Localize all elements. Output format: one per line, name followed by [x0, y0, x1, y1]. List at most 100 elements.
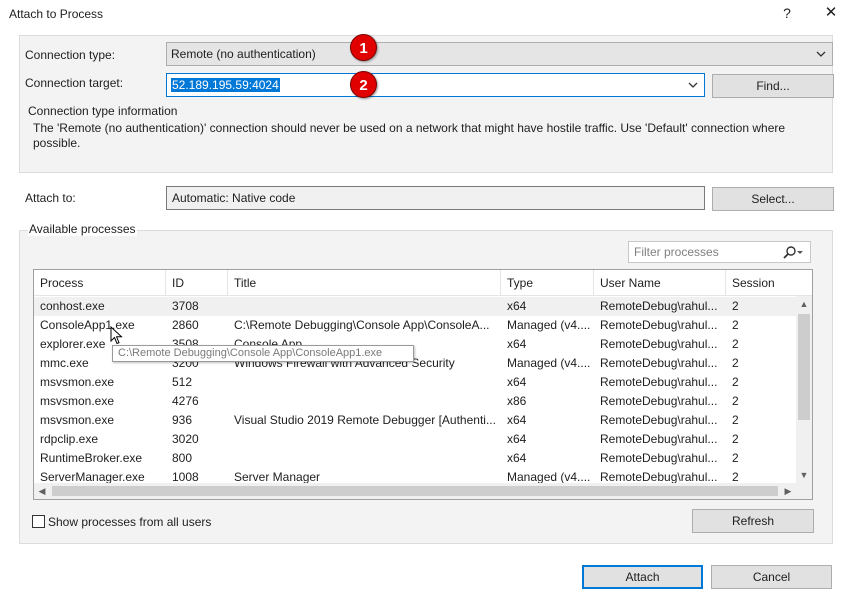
- cell-id: 3020: [172, 432, 199, 446]
- cell-session: 2: [732, 356, 739, 370]
- cell-id: 2860: [172, 318, 199, 332]
- cell-session: 2: [732, 299, 739, 313]
- step-badge-1: 1: [350, 34, 377, 61]
- column-header-process[interactable]: Process: [34, 270, 166, 296]
- table-row[interactable]: conhost.exe 3708 x64 RemoteDebug\rahul... 2: [34, 297, 796, 316]
- cell-title: Visual Studio 2019 Remote Debugger [Auth…: [234, 413, 496, 427]
- cell-user-name: RemoteDebug\rahul...: [600, 451, 718, 465]
- table-row[interactable]: msvsmon.exe 936 Visual Studio 2019 Remote …: [34, 411, 796, 430]
- cell-id: 3708: [172, 299, 199, 313]
- step-badge-2: 2: [350, 71, 377, 98]
- mouse-pointer-icon: [110, 326, 123, 345]
- cell-session: 2: [732, 394, 739, 408]
- cell-type: x64: [507, 451, 527, 465]
- cell-title: C:\Remote Debugging\Console App\ConsoleA…: [234, 318, 490, 332]
- connection-type-dropdown[interactable]: Remote (no authentication): [166, 42, 833, 66]
- dialog-title: Attach to Process: [9, 7, 104, 21]
- table-row[interactable]: ConsoleApp1.exe 2860 C:\Remote Debugging\C…: [34, 316, 796, 335]
- table-row[interactable]: rdpclip.exe 3020 x64 RemoteDebug\rahul... 2: [34, 430, 796, 449]
- cell-title: [228, 449, 501, 468]
- refresh-button[interactable]: Refresh: [692, 509, 814, 533]
- connection-type-value: Remote (no authentication): [171, 47, 316, 61]
- cell-session: 2: [732, 451, 739, 465]
- scroll-up-icon[interactable]: ▲: [796, 296, 812, 312]
- attach-button[interactable]: Attach: [582, 565, 703, 589]
- cell-process: conhost.exe: [40, 299, 105, 313]
- help-button[interactable]: ?: [778, 2, 796, 24]
- attach-to-value: Automatic: Native code: [172, 191, 296, 205]
- cell-session: 2: [732, 318, 739, 332]
- show-all-users-label[interactable]: Show processes from all users: [48, 515, 211, 529]
- chevron-down-icon: [816, 51, 826, 57]
- connection-target-input[interactable]: 52.189.195.59:4024: [166, 73, 705, 97]
- column-header-id[interactable]: ID: [166, 270, 228, 296]
- info-heading: Connection type information: [28, 104, 178, 118]
- column-header-session[interactable]: Session: [726, 270, 796, 296]
- attach-to-label: Attach to:: [25, 191, 76, 205]
- attach-to-field: Automatic: Native code: [166, 186, 705, 210]
- scroll-left-icon[interactable]: ◀: [34, 483, 50, 499]
- cell-process: msvsmon.exe: [40, 394, 115, 408]
- cell-id: 936: [172, 413, 193, 427]
- search-icon[interactable]: [782, 245, 804, 260]
- column-header-user-name[interactable]: User Name: [594, 270, 726, 296]
- cell-title: [228, 297, 501, 316]
- vertical-scrollbar[interactable]: ▲ ▼: [796, 296, 812, 483]
- show-all-users-checkbox[interactable]: [32, 515, 45, 528]
- connection-target-value: 52.189.195.59:4024: [171, 78, 280, 92]
- cell-process: ConsoleApp1.exe: [40, 318, 135, 332]
- cell-session: 2: [732, 432, 739, 446]
- cell-type: x64: [507, 413, 527, 427]
- cell-user-name: RemoteDebug\rahul...: [600, 337, 718, 351]
- close-button[interactable]: ✕: [820, 2, 842, 24]
- cell-user-name: RemoteDebug\rahul...: [600, 318, 718, 332]
- cell-type: Managed (v4....: [507, 318, 591, 332]
- cell-session: 2: [732, 375, 739, 389]
- cell-type: x64: [507, 337, 527, 351]
- cell-type: Managed (v4....: [507, 356, 591, 370]
- cell-title: [228, 392, 501, 411]
- scroll-down-icon[interactable]: ▼: [796, 467, 812, 483]
- title-bar: Attach to Process ? ✕: [0, 0, 854, 28]
- table-row[interactable]: msvsmon.exe 4276 x86 RemoteDebug\rahul... 2: [34, 392, 796, 411]
- table-row[interactable]: msvsmon.exe 512 x64 RemoteDebug\rahul... 2: [34, 373, 796, 392]
- cell-session: 2: [732, 337, 739, 351]
- info-text: The 'Remote (no authentication)' connect…: [33, 121, 786, 150]
- available-processes-label: Available processes: [28, 222, 137, 236]
- column-header-type[interactable]: Type: [501, 270, 594, 296]
- filter-placeholder: Filter processes: [634, 245, 719, 259]
- cell-type: x64: [507, 299, 527, 313]
- select-button[interactable]: Select...: [712, 187, 834, 211]
- vertical-scroll-thumb[interactable]: [798, 314, 810, 420]
- cell-user-name: RemoteDebug\rahul...: [600, 299, 718, 313]
- cell-id: 4276: [172, 394, 199, 408]
- cell-type: x86: [507, 394, 527, 408]
- connection-type-label: Connection type:: [25, 48, 116, 62]
- cell-process: msvsmon.exe: [40, 375, 115, 389]
- scroll-right-icon[interactable]: ▶: [780, 483, 796, 499]
- horizontal-scrollbar[interactable]: ◀ ▶: [34, 483, 796, 499]
- cell-user-name: RemoteDebug\rahul...: [600, 394, 718, 408]
- filter-processes-input[interactable]: Filter processes: [628, 241, 811, 263]
- cell-type: x64: [507, 432, 527, 446]
- chevron-down-icon: [688, 82, 698, 88]
- cancel-button[interactable]: Cancel: [711, 565, 832, 589]
- process-grid[interactable]: Process ID Title Type User Name Session …: [33, 269, 813, 500]
- cell-id: 512: [172, 375, 193, 389]
- cell-title: [228, 373, 501, 392]
- horizontal-scroll-thumb[interactable]: [52, 486, 778, 496]
- cell-user-name: RemoteDebug\rahul...: [600, 432, 718, 446]
- cell-process: RuntimeBroker.exe: [40, 451, 143, 465]
- table-row[interactable]: RuntimeBroker.exe 800 x64 RemoteDebug\rahul…: [34, 449, 796, 468]
- connection-target-label: Connection target:: [25, 76, 124, 90]
- cell-user-name: RemoteDebug\rahul...: [600, 413, 718, 427]
- cell-process: msvsmon.exe: [40, 413, 115, 427]
- cell-user-name: RemoteDebug\rahul...: [600, 356, 718, 370]
- cell-type: x64: [507, 375, 527, 389]
- scrollbar-corner: [796, 483, 812, 499]
- column-header-title[interactable]: Title: [228, 270, 501, 296]
- cell-title: [228, 430, 501, 449]
- find-button[interactable]: Find...: [712, 74, 834, 98]
- process-grid-header: Process ID Title Type User Name Session: [34, 270, 812, 296]
- process-path-tooltip: C:\Remote Debugging\Console App\ConsoleA…: [112, 345, 414, 362]
